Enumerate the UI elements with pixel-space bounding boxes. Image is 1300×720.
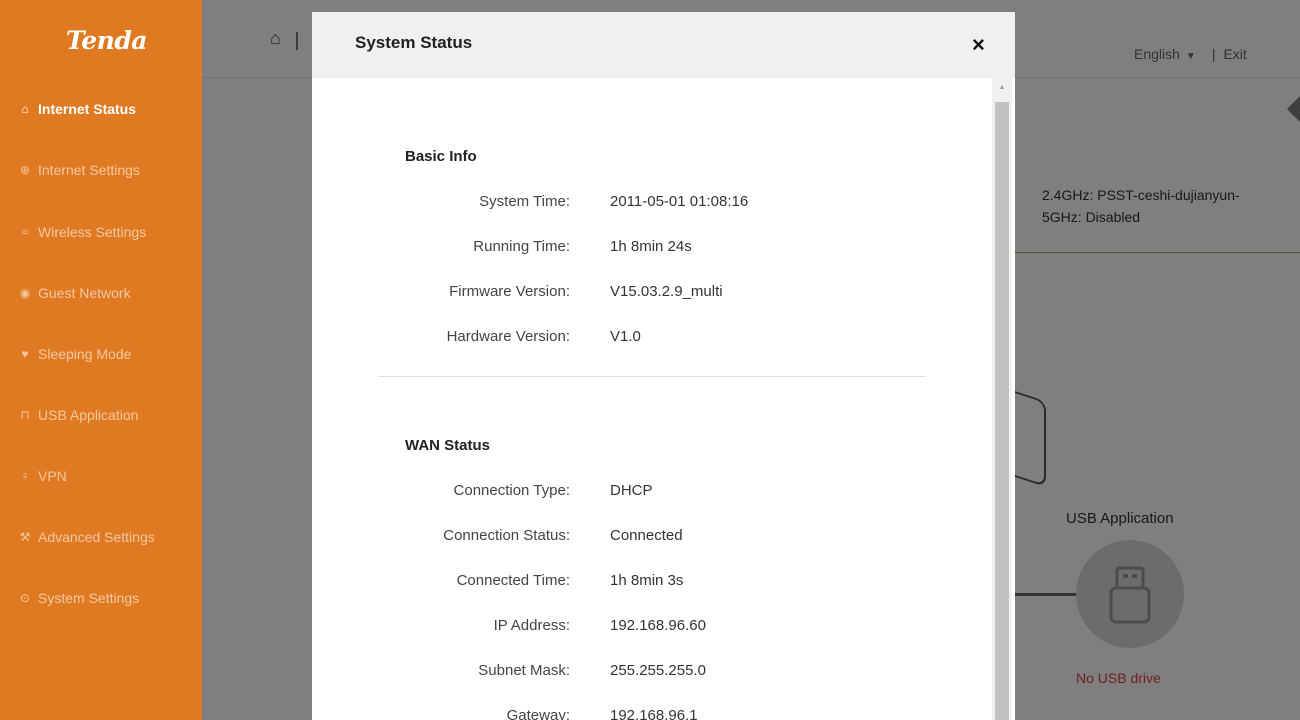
info-row: Firmware Version: V15.03.2.9_multi xyxy=(312,283,992,303)
globe-icon: ⊕ xyxy=(19,163,31,177)
dialog-body: Basic Info System Time: 2011-05-01 01:08… xyxy=(312,78,1015,720)
sidebar-item-guest-network[interactable]: ◉ Guest Network xyxy=(0,278,202,308)
settings-icon: ⊙ xyxy=(19,591,31,605)
dialog-header: System Status × xyxy=(312,12,1015,78)
info-row: Subnet Mask: 255.255.255.0 xyxy=(312,662,992,682)
sidebar: Tenda ⌂ Internet Status ⊕ Internet Setti… xyxy=(0,0,202,720)
info-row: Gateway: 192.168.96.1 xyxy=(312,707,992,720)
info-row: Connection Status: Connected xyxy=(312,527,992,547)
info-value: V1.0 xyxy=(610,328,641,345)
sidebar-item-internet-settings[interactable]: ⊕ Internet Settings xyxy=(0,155,202,185)
info-value: 2011-05-01 01:08:16 xyxy=(610,193,749,210)
usb-icon: ⊓ xyxy=(20,408,30,422)
basic-info-title: Basic Info xyxy=(405,148,477,165)
info-label: Running Time: xyxy=(473,238,570,255)
info-value: DHCP xyxy=(610,482,653,499)
info-value: 255.255.255.0 xyxy=(610,662,706,679)
sidebar-item-label: Sleeping Mode xyxy=(38,346,132,362)
section-divider xyxy=(378,376,926,377)
wrench-icon: ⚒ xyxy=(19,530,31,544)
sidebar-item-label: Internet Settings xyxy=(38,162,140,178)
info-label: Hardware Version: xyxy=(446,328,570,345)
info-value: 192.168.96.1 xyxy=(610,707,698,720)
info-label: Connection Type: xyxy=(453,482,570,499)
wan-status-title: WAN Status xyxy=(405,437,491,454)
sidebar-item-label: Advanced Settings xyxy=(38,529,155,545)
sidebar-item-label: Wireless Settings xyxy=(38,224,147,240)
sidebar-item-wireless-settings[interactable]: ≈ Wireless Settings xyxy=(0,217,202,247)
sidebar-item-label: Internet Status xyxy=(38,101,137,117)
tenda-logo: Tenda xyxy=(66,26,148,55)
vpn-icon: ♀ xyxy=(20,469,30,483)
info-row: Hardware Version: V1.0 xyxy=(312,328,992,348)
guest-icon: ◉ xyxy=(19,286,31,300)
info-value: V15.03.2.9_multi xyxy=(610,283,723,300)
info-label: Gateway: xyxy=(506,707,570,720)
info-value: Connected xyxy=(610,527,683,544)
sidebar-item-system-settings[interactable]: ⊙ System Settings xyxy=(0,583,202,613)
router-icon: ⌂ xyxy=(21,102,29,116)
info-value: 1h 8min 3s xyxy=(610,572,684,589)
sidebar-item-label: VPN xyxy=(38,468,67,484)
dialog-scrollbar[interactable]: ▲ xyxy=(992,78,1012,720)
sidebar-item-label: Guest Network xyxy=(38,285,131,301)
info-row: System Time: 2011-05-01 01:08:16 xyxy=(312,193,992,213)
scroll-up-arrow-icon[interactable]: ▲ xyxy=(992,78,1012,96)
system-status-dialog: System Status × Basic Info System Time: … xyxy=(312,12,1015,720)
dialog-title: System Status xyxy=(355,33,473,52)
scroll-thumb[interactable] xyxy=(995,102,1009,720)
sidebar-item-label: USB Application xyxy=(38,407,139,423)
sidebar-item-advanced-settings[interactable]: ⚒ Advanced Settings xyxy=(0,522,202,552)
info-label: Connected Time: xyxy=(456,572,570,589)
sidebar-item-sleeping-mode[interactable]: ♥ Sleeping Mode xyxy=(0,339,202,369)
info-row: Connection Type: DHCP xyxy=(312,482,992,502)
info-label: IP Address: xyxy=(493,617,570,634)
info-row: Running Time: 1h 8min 24s xyxy=(312,238,992,258)
info-row: Connected Time: 1h 8min 3s xyxy=(312,572,992,592)
bulb-icon: ♥ xyxy=(21,347,29,361)
info-label: Firmware Version: xyxy=(449,283,570,300)
info-label: Subnet Mask: xyxy=(478,662,570,679)
info-value: 1h 8min 24s xyxy=(610,238,692,255)
sidebar-item-vpn[interactable]: ♀ VPN xyxy=(0,461,202,491)
sidebar-item-usb-application[interactable]: ⊓ USB Application xyxy=(0,400,202,430)
info-label: Connection Status: xyxy=(443,527,570,544)
wifi-icon: ≈ xyxy=(21,225,29,239)
info-label: System Time: xyxy=(479,193,570,210)
info-value: 192.168.96.60 xyxy=(610,617,706,634)
sidebar-item-label: System Settings xyxy=(38,590,140,606)
close-icon[interactable]: × xyxy=(972,34,985,56)
sidebar-item-internet-status[interactable]: ⌂ Internet Status xyxy=(0,94,202,124)
info-row: IP Address: 192.168.96.60 xyxy=(312,617,992,637)
